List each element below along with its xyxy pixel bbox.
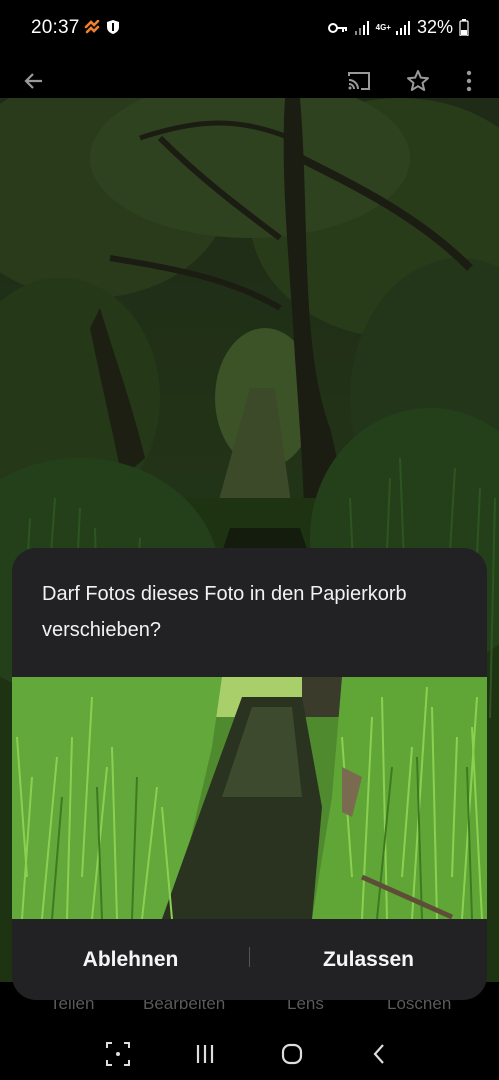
navigation-bar [0, 1026, 499, 1080]
status-bar: 20:37 4G+ 32% [0, 0, 499, 58]
screenshot-icon[interactable] [104, 1040, 132, 1068]
status-left-icons [84, 19, 120, 35]
back-icon[interactable] [366, 1040, 394, 1068]
recents-icon[interactable] [191, 1040, 219, 1068]
key-icon [327, 22, 347, 33]
trash-permission-dialog: Darf Fotos dieses Foto in den Papierkorb… [12, 548, 487, 1000]
star-icon[interactable] [405, 68, 431, 94]
signal-icon [395, 20, 410, 35]
shield-icon [107, 20, 119, 34]
deny-button[interactable]: Ablehnen [12, 920, 249, 1000]
sync-icon [84, 20, 100, 34]
preview-photo [12, 677, 487, 919]
status-right-icons: 4G+ 32% [327, 17, 469, 38]
dialog-title: Darf Fotos dieses Foto in den Papierkorb… [42, 583, 407, 641]
signal-icon [354, 20, 369, 35]
more-vert-icon[interactable] [456, 68, 482, 94]
app-bar [0, 58, 499, 100]
cast-icon[interactable] [346, 68, 372, 94]
status-time: 20:37 [31, 17, 80, 38]
battery-percent: 32% [416, 17, 453, 37]
photo-preview [12, 677, 487, 919]
dialog-actions: Ablehnen Zulassen [12, 920, 487, 1000]
allow-button[interactable]: Zulassen [250, 920, 487, 1000]
back-arrow-icon[interactable] [21, 68, 47, 94]
home-icon[interactable] [278, 1040, 306, 1068]
battery-icon [459, 19, 469, 36]
network-type: 4G+ [375, 23, 391, 32]
